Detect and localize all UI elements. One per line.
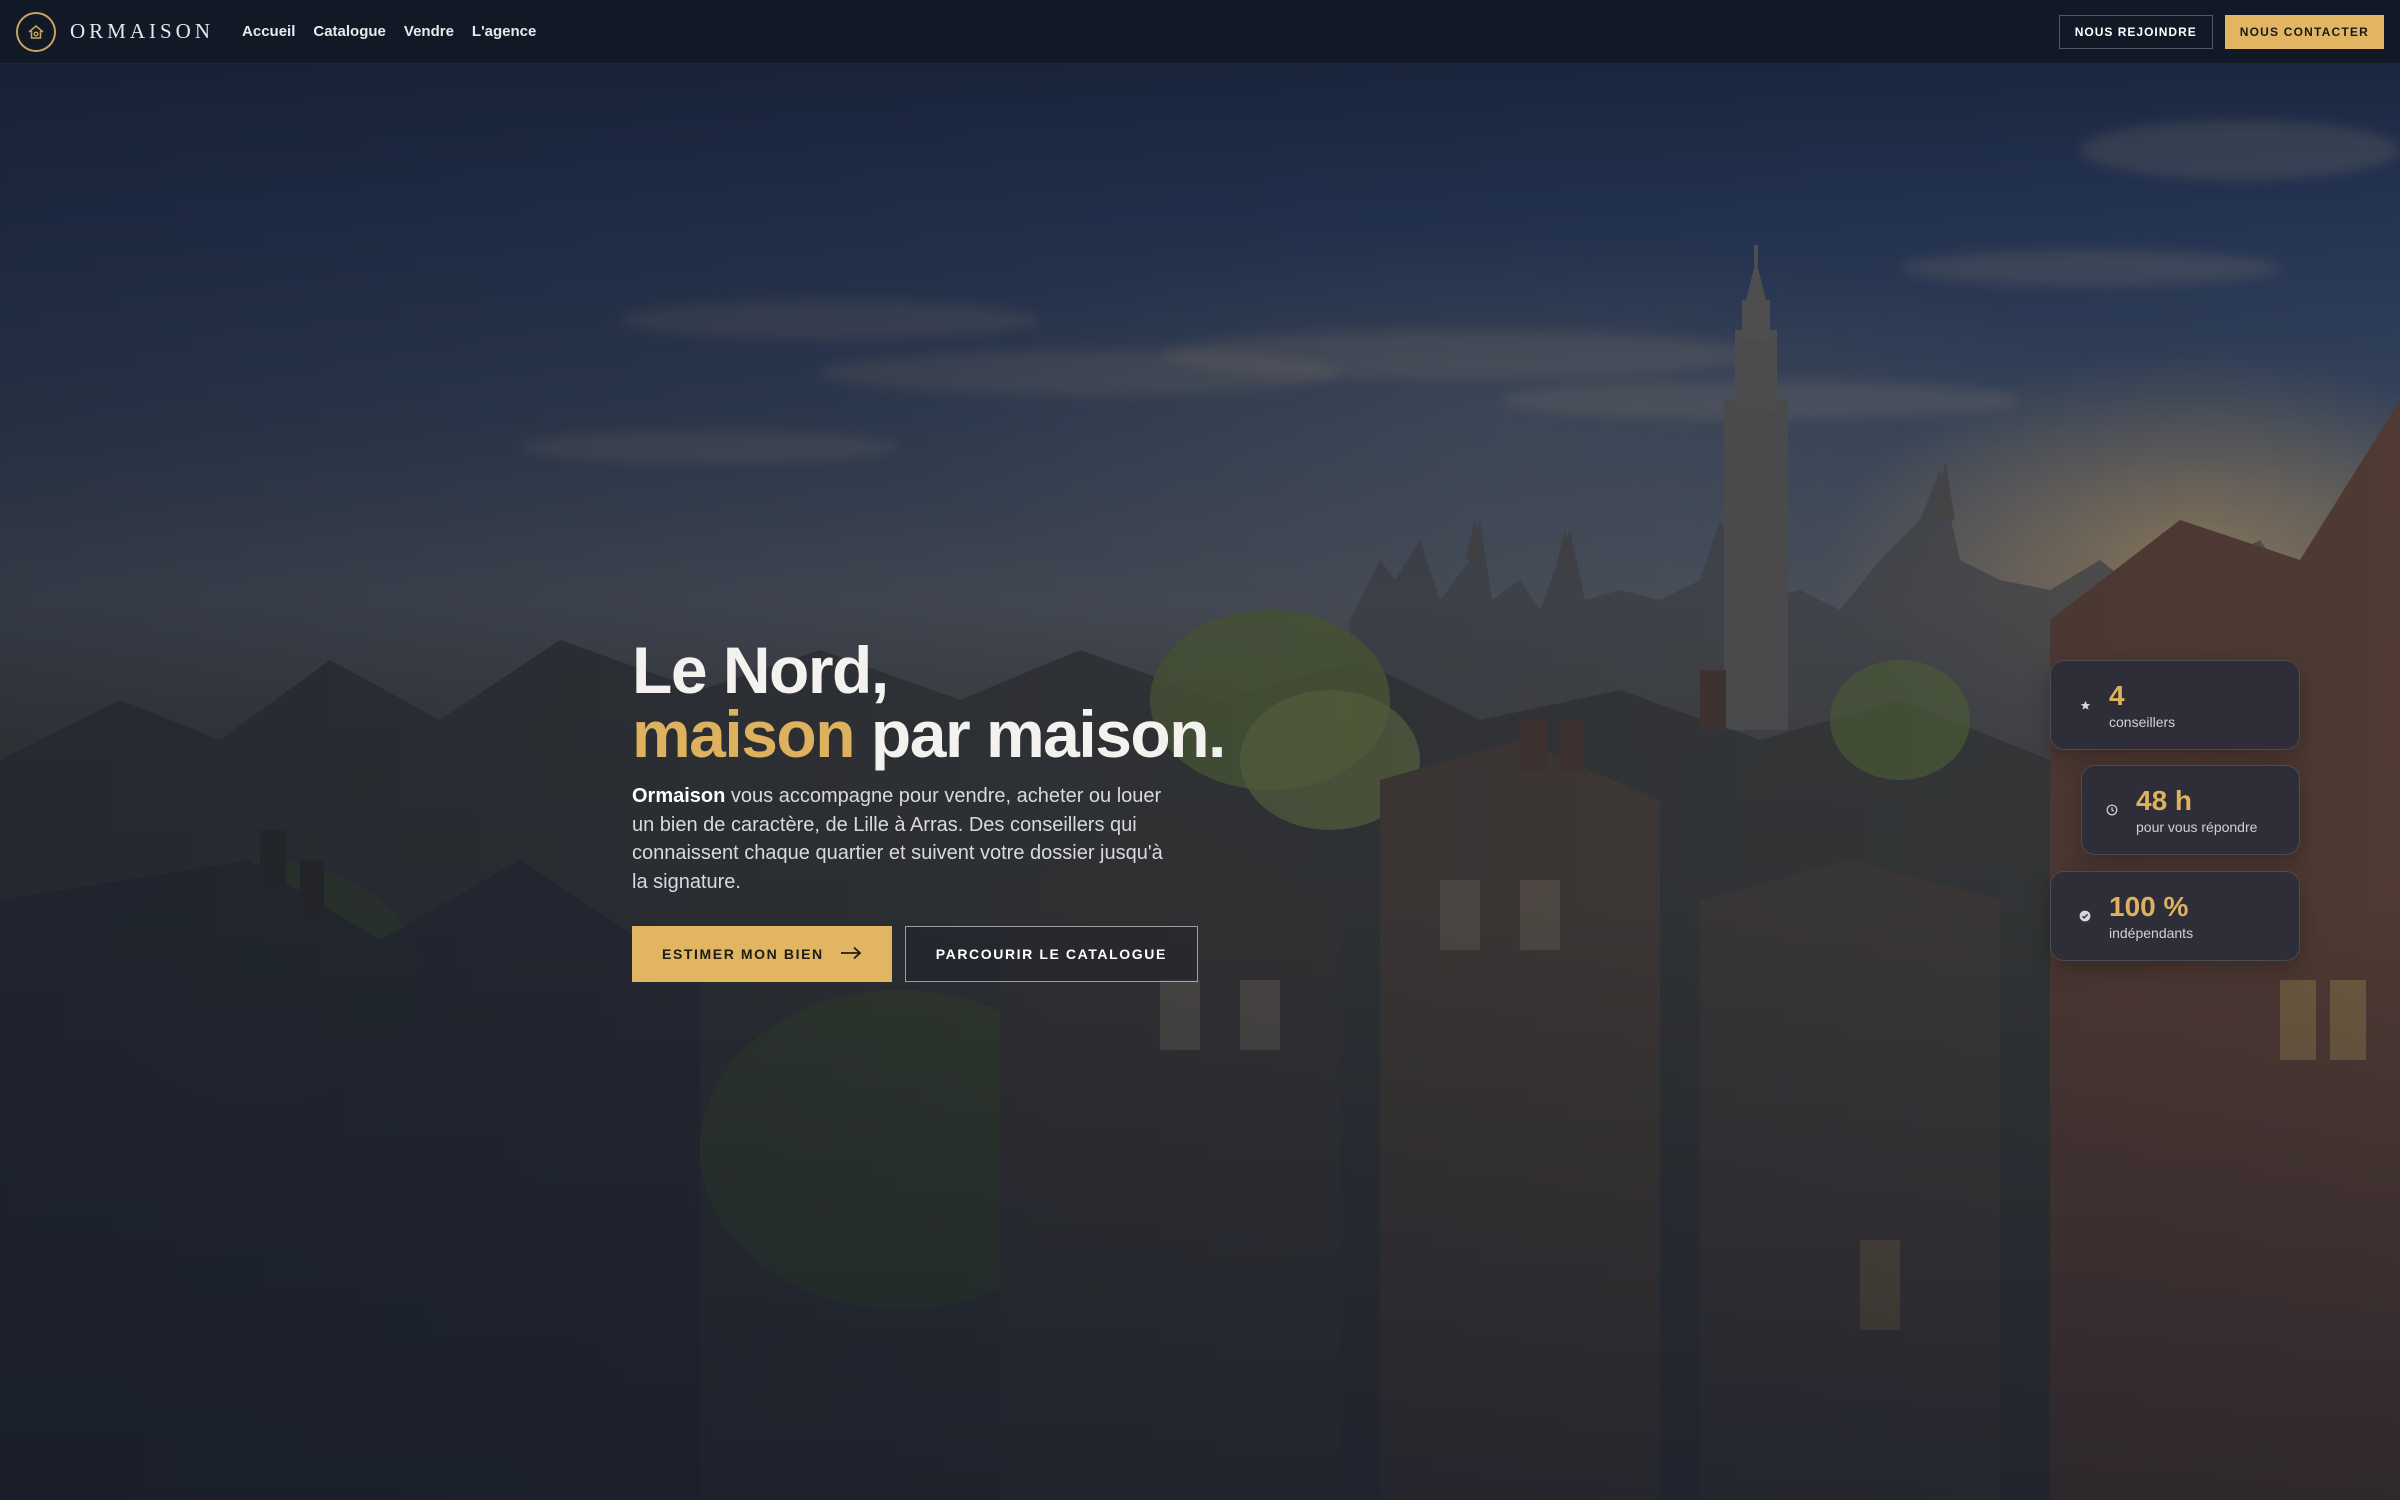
join-button[interactable]: NOUS REJOINDRE [2058,14,2213,49]
brand-logo[interactable]: ORMAISON [16,11,215,52]
stat-value: 48 h [2136,784,2193,816]
headline-accent: maison [632,697,856,771]
nav-link-agence[interactable]: L'agence [472,23,536,40]
hero-content: Le Nord, maison par maison. Ormaison vou… [632,637,1392,982]
check-circle-icon [2079,910,2091,922]
stat-value: 4 [2109,679,2125,711]
stat-value: 100 % [2109,890,2189,922]
cta-row: ESTIMER MON BIEN PARCOURIR LE CATALOGUE [632,926,1392,982]
stat-card-response-time: 48 h pour vous répondre [2081,765,2300,855]
clock-icon [2106,804,2118,816]
nav-link-accueil[interactable]: Accueil [242,23,295,40]
stat-card-independent: 100 % indépendants [2050,871,2300,961]
headline-line-1: Le Nord, [632,633,889,707]
stat-label: indépendants [2109,924,2194,941]
hero-lead: Ormaison vous accompagne pour vendre, ac… [632,782,1172,896]
nav-link-vendre[interactable]: Vendre [404,23,454,40]
star-icon [2079,699,2091,711]
top-navbar: ORMAISON Accueil Catalogue Vendre L'agen… [0,0,2400,64]
lead-brand: Ormaison [632,785,726,807]
browse-catalogue-button[interactable]: PARCOURIR LE CATALOGUE [904,926,1198,982]
nav-actions: NOUS REJOINDRE NOUS CONTACTER [2058,14,2384,49]
stat-card-advisors: 4 conseillers [2050,660,2300,750]
nav-link-catalogue[interactable]: Catalogue [313,23,386,40]
stat-label: conseillers [2109,713,2176,730]
estimate-button[interactable]: ESTIMER MON BIEN [632,926,892,982]
contact-button[interactable]: NOUS CONTACTER [2224,14,2384,49]
headline-rest: par maison. [870,697,1226,771]
main-nav: Accueil Catalogue Vendre L'agence [242,23,536,40]
arrow-right-icon [840,946,862,963]
stat-label: pour vous répondre [2136,818,2258,835]
house-icon [16,11,56,52]
hero-headline: Le Nord, maison par maison. [632,637,1392,767]
brand-name: ORMAISON [70,19,215,43]
estimate-button-label: ESTIMER MON BIEN [662,946,824,962]
